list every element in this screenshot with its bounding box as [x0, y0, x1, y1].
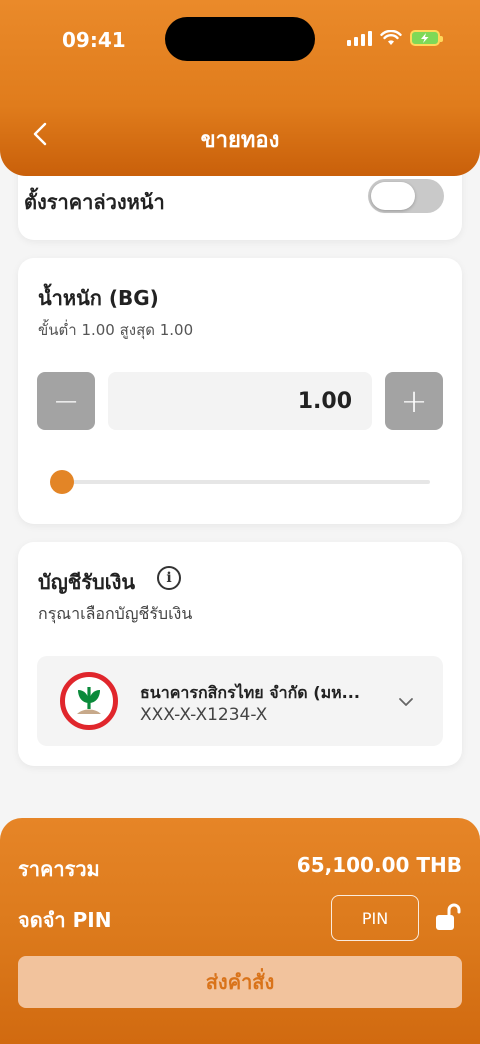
kasikorn-bank-logo-icon: [60, 672, 118, 730]
info-icon[interactable]: i: [157, 566, 181, 590]
page-title: ขายทอง: [200, 128, 280, 153]
status-icons: [347, 30, 443, 46]
decrease-button[interactable]: −: [37, 372, 95, 430]
submit-order-button[interactable]: ส่งคำสั่ง: [18, 956, 462, 1008]
wifi-icon: [380, 30, 402, 45]
status-time: 09:41: [62, 28, 126, 52]
pin-button[interactable]: PIN: [331, 895, 419, 941]
total-price-label: ราคารวม: [18, 857, 100, 881]
dynamic-island: [165, 17, 315, 61]
total-price-value: 65,100.00 THB: [296, 853, 462, 877]
weight-title: น้ำหนัก (BG): [38, 286, 159, 310]
weight-input[interactable]: 1.00: [108, 372, 372, 430]
receiving-account-subtitle: กรุณาเลือกบัญชีรับเงิน: [38, 604, 193, 623]
chevron-down-icon[interactable]: [396, 692, 416, 712]
bank-account-number: XXX-X-X1234-X: [140, 705, 268, 725]
weight-slider-track[interactable]: [62, 480, 430, 484]
preset-price-label: ตั้งราคาล่วงหน้า: [24, 190, 165, 214]
bank-name: ธนาคารกสิกรไทย จำกัด (มห...: [140, 683, 360, 702]
weight-range: ขั้นต่ำ 1.00 สูงสุด 1.00: [38, 321, 194, 339]
app-header: 09:41 ขายทอง: [0, 0, 480, 176]
cellular-signal-icon: [347, 30, 372, 46]
battery-charging-icon: [410, 30, 443, 46]
weight-slider-thumb[interactable]: [50, 470, 74, 494]
remember-pin-label: จดจำ PIN: [18, 908, 112, 932]
preset-price-toggle[interactable]: [368, 179, 444, 213]
toggle-knob: [371, 182, 415, 210]
increase-button[interactable]: +: [385, 372, 443, 430]
receiving-account-title: บัญชีรับเงิน: [38, 570, 136, 594]
unlock-icon[interactable]: [434, 902, 464, 932]
